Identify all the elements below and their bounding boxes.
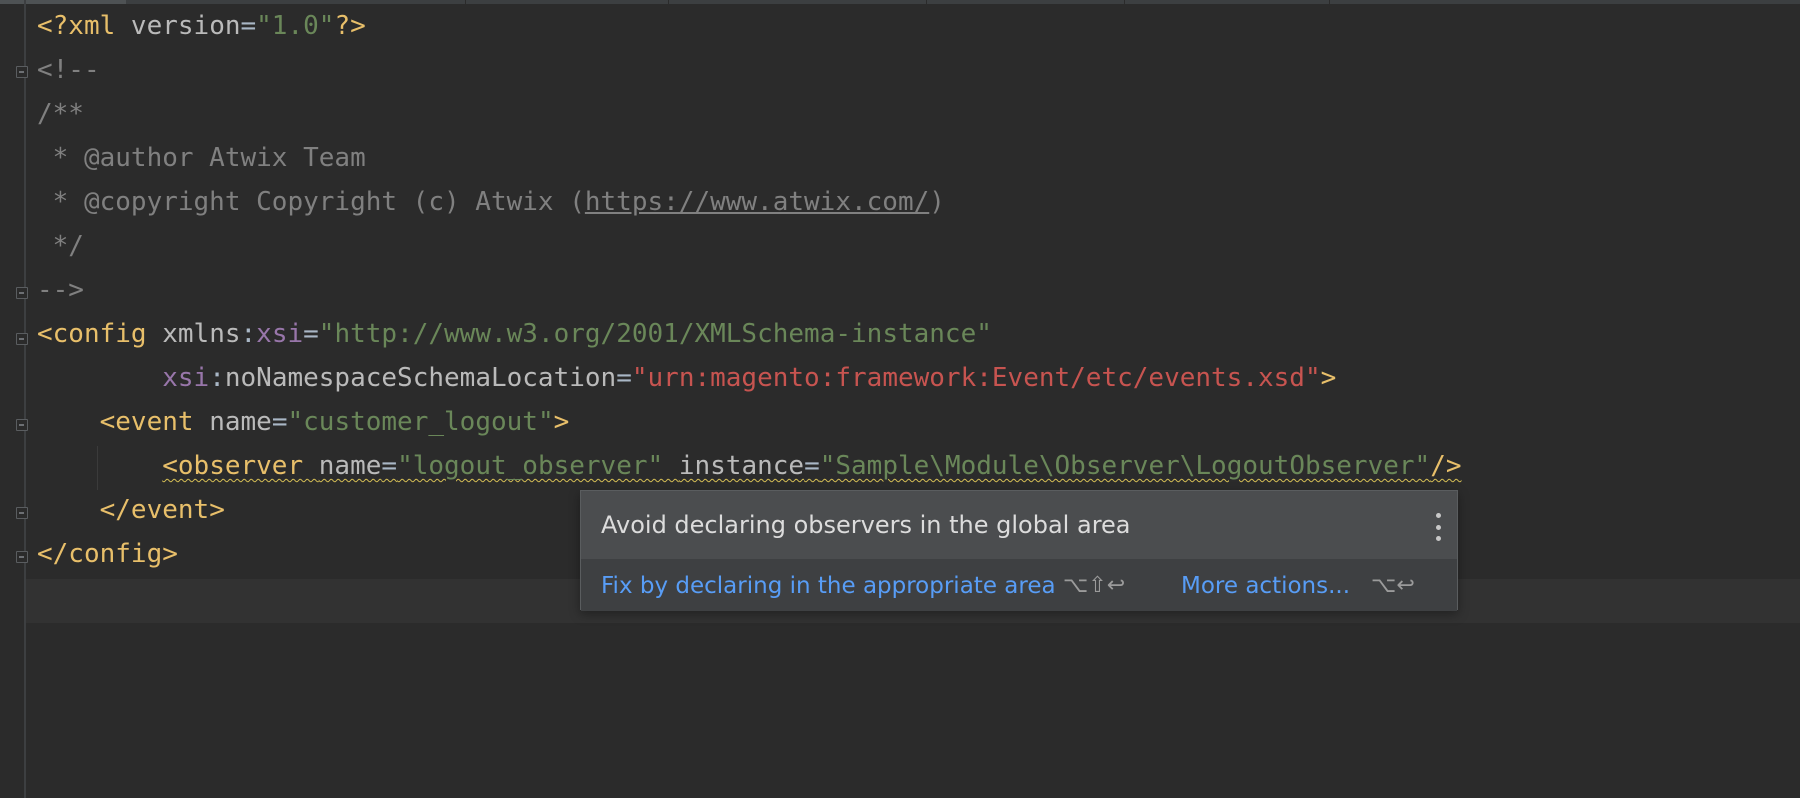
code-token: * @author Atwix Team <box>37 143 366 173</box>
code-token: <!-- <box>37 55 100 85</box>
code-token: <config <box>37 319 163 349</box>
code-line[interactable]: * @copyright Copyright (c) Atwix (https:… <box>37 180 1462 224</box>
code-token: instance <box>678 451 805 481</box>
code-token: --> <box>37 275 84 305</box>
code-token: name <box>318 451 382 481</box>
code-line[interactable]: */ <box>37 224 1462 268</box>
code-token: "http://www.w3.org/2001/XMLSchema-instan… <box>318 319 992 349</box>
code-token: </event> <box>99 495 225 525</box>
fold-icon[interactable] <box>16 507 28 519</box>
code-token: = <box>271 407 288 437</box>
code-token: = <box>616 363 632 393</box>
code-token: : <box>209 363 225 393</box>
code-token: </config> <box>37 539 178 569</box>
code-line[interactable]: /** <box>37 92 1462 136</box>
fix-action-shortcut: ⌥⇧↩ <box>1063 573 1126 598</box>
code-token: * @copyright Copyright (c) Atwix ( <box>37 187 585 217</box>
code-token: /** <box>37 99 84 129</box>
code-line[interactable]: * @author Atwix Team <box>37 136 1462 180</box>
code-line[interactable]: <event name="customer_logout"> <box>37 400 1462 444</box>
code-line[interactable]: <?xml version="1.0"?> <box>37 4 1462 48</box>
kebab-menu-icon[interactable] <box>1433 513 1443 541</box>
fold-icon[interactable] <box>16 66 28 78</box>
code-token: = <box>804 451 820 481</box>
code-line[interactable]: <config xmlns:xsi="http://www.w3.org/200… <box>37 312 1462 356</box>
code-token: name <box>209 407 272 437</box>
fold-icon[interactable] <box>16 551 28 563</box>
code-token: ?> <box>334 11 366 41</box>
fix-action-link[interactable]: Fix by declaring in the appropriate area <box>601 573 1056 599</box>
code-token: <?xml <box>37 11 131 41</box>
code-token: noNamespaceSchemaLocation <box>224 363 617 393</box>
inspection-popup: Avoid declaring observers in the global … <box>580 490 1458 611</box>
more-actions-link[interactable]: More actions... <box>1181 573 1350 599</box>
popup-actions-bar: Fix by declaring in the appropriate area… <box>581 559 1457 611</box>
code-line[interactable]: <!-- <box>37 48 1462 92</box>
code-token: xsi <box>256 319 304 349</box>
editor-gutter-border <box>24 0 26 798</box>
code-token: https://www.atwix.com/ <box>584 187 930 217</box>
fold-icon[interactable] <box>16 419 28 431</box>
inspection-message: Avoid declaring observers in the global … <box>601 511 1131 539</box>
code-token: version <box>130 11 241 41</box>
code-token: : <box>240 319 257 349</box>
code-token: "1.0" <box>256 11 335 41</box>
code-line[interactable]: --> <box>37 268 1462 312</box>
code-line[interactable]: <observer name="logout_observer" instanc… <box>37 444 1462 488</box>
code-token: "customer_logout" <box>287 407 554 437</box>
fold-icon[interactable] <box>16 333 28 345</box>
code-token: = <box>240 11 257 41</box>
code-token: "logout_observer" <box>397 451 679 481</box>
code-token: ) <box>929 187 945 217</box>
code-token: > <box>1320 363 1337 393</box>
code-line[interactable]: xsi:noNamespaceSchemaLocation="urn:magen… <box>37 356 1462 400</box>
code-token: */ <box>37 231 84 261</box>
code-token: /> <box>1430 451 1462 481</box>
code-token: "urn:magento:framework:Event/etc/events.… <box>631 363 1321 393</box>
code-token: = <box>303 319 319 349</box>
code-token: xsi <box>162 363 210 393</box>
code-token: "Sample\Module\Observer\LogoutObserver" <box>819 451 1431 481</box>
code-token: <observer <box>162 451 319 481</box>
code-token: xmlns <box>162 319 241 349</box>
more-actions-shortcut: ⌥↩ <box>1371 573 1415 598</box>
code-token: > <box>553 407 570 437</box>
fold-icon[interactable] <box>16 287 28 299</box>
code-token: <event <box>99 407 210 437</box>
code-token: = <box>381 451 398 481</box>
